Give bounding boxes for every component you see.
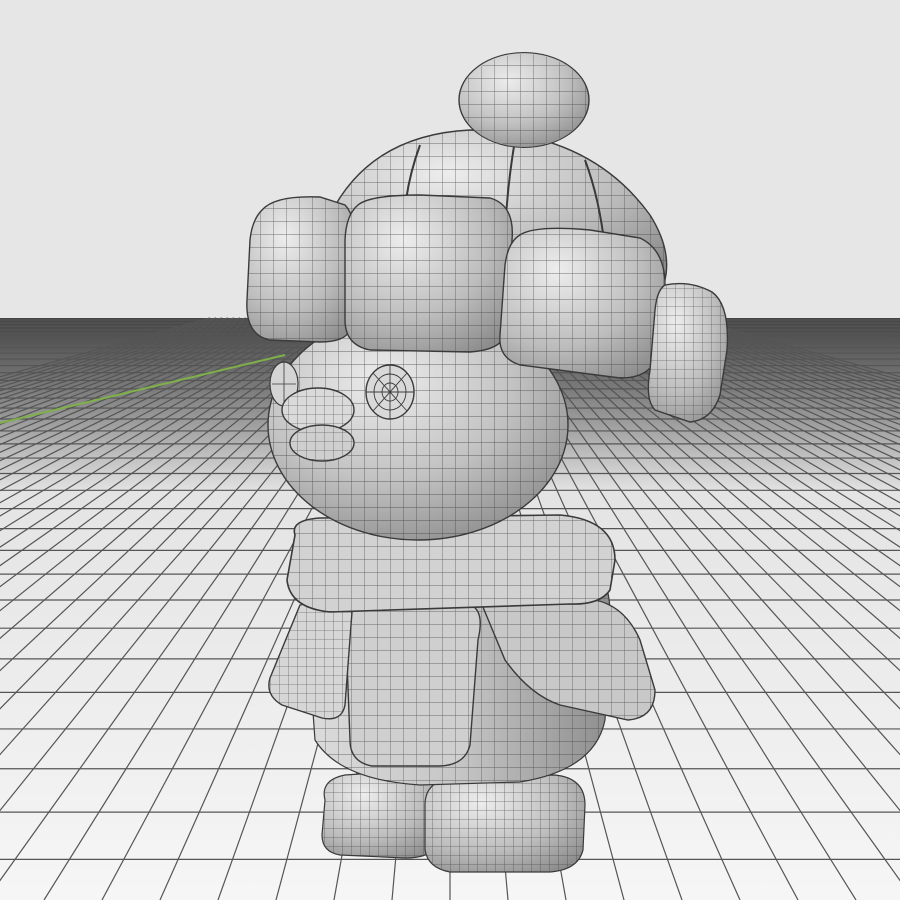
right-foot[interactable] [424,774,586,873]
brim-puff-2[interactable] [344,194,514,353]
brim-puff-4[interactable] [647,282,729,423]
coat-front-panel[interactable] [344,604,481,767]
brim-puff-3[interactable] [499,227,666,379]
eye[interactable] [365,364,415,420]
viewport-canvas[interactable] [0,0,900,900]
brim-puff-1[interactable] [246,196,357,343]
snout[interactable] [281,387,355,462]
3d-viewport[interactable] [0,0,900,900]
beanie-pompom[interactable] [458,52,590,148]
